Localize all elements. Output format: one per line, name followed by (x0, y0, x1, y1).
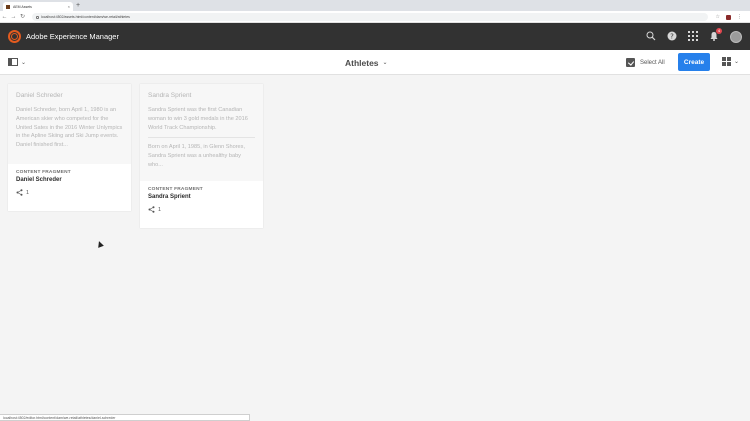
card-references: 1 (148, 206, 255, 213)
reference-count: 1 (158, 206, 162, 213)
card-preview-text: Sandra Sprient was the first Canadian wo… (148, 107, 248, 131)
select-all-button[interactable]: Select All (626, 50, 665, 75)
new-tab-icon[interactable]: + (76, 1, 80, 10)
content-fragment-card[interactable]: Daniel Schreder Daniel Schreder, born Ap… (8, 84, 131, 211)
rail-toggle-button[interactable]: ⌄ (8, 58, 26, 66)
forward-icon[interactable]: → (9, 11, 18, 23)
card-title: Sandra Sprient (148, 194, 191, 200)
page-title: Athletes (345, 57, 379, 68)
card-preview-title: Daniel Schreder (16, 92, 63, 99)
create-button[interactable]: Create (678, 53, 710, 71)
action-bar: ⌄ Athletes ⌄ Select All Create ⌄ (0, 50, 750, 75)
share-icon (148, 206, 155, 213)
select-all-label: Select All (640, 59, 665, 66)
browser-status-bar: localhost:4502/editor.html/content/dam/w… (0, 414, 250, 421)
chevron-down-icon: ⌄ (734, 59, 740, 65)
browser-toolbar-actions: ☆ ⋮ (716, 11, 742, 23)
preview-divider (148, 137, 255, 139)
reference-count: 1 (26, 189, 30, 196)
chevron-down-icon: ⌄ (21, 59, 27, 66)
card-view-icon (722, 57, 731, 66)
notification-badge: 4 (716, 27, 722, 34)
product-name[interactable]: Adobe Experience Manager (26, 23, 119, 50)
address-bar[interactable]: localhost:4502/assets.html/content/dam/w… (32, 13, 708, 21)
address-url: localhost:4502/assets.html/content/dam/w… (41, 15, 130, 19)
svg-text:?: ? (670, 32, 674, 40)
back-icon[interactable]: ← (0, 11, 9, 23)
card-preview-title: Sandra Sprient (148, 92, 192, 99)
extension-icon[interactable] (726, 14, 731, 20)
help-icon[interactable]: ? (667, 31, 677, 43)
mouse-cursor-icon (96, 240, 104, 248)
search-icon[interactable] (646, 31, 656, 43)
card-preview-text: Daniel Schreder, born April 1, 1980 is a… (16, 107, 123, 149)
solutions-grid-icon[interactable] (688, 30, 698, 43)
favicon-icon (6, 4, 10, 9)
side-panel-icon (8, 58, 18, 66)
card-type: CONTENT FRAGMENT (16, 170, 71, 175)
card-preview: Daniel Schreder Daniel Schreder, born Ap… (8, 84, 131, 164)
view-switcher[interactable]: ⌄ (722, 57, 739, 66)
user-avatar[interactable] (730, 30, 742, 43)
browser-tabstrip: AEM Assets × + (0, 0, 750, 11)
card-preview-text: Born on April 1, 1985, in Glenn Shores, … (148, 144, 246, 168)
header-actions: ? 4 (646, 23, 742, 50)
browser-menu-icon[interactable]: ⋮ (737, 14, 742, 20)
reload-icon[interactable]: ↻ (18, 11, 27, 23)
content-fragment-card[interactable]: Sandra Sprient Sandra Sprient was the fi… (140, 84, 263, 228)
card-type: CONTENT FRAGMENT (148, 187, 203, 192)
folder-title-dropdown[interactable]: Athletes ⌄ (345, 50, 388, 75)
chevron-down-icon: ⌄ (382, 60, 388, 66)
select-all-checkbox-icon (626, 58, 635, 67)
card-title: Daniel Schreder (16, 177, 62, 183)
card-preview: Sandra Sprient Sandra Sprient was the fi… (140, 84, 263, 181)
card-info: CONTENT FRAGMENT Daniel Schreder 1 (8, 164, 131, 202)
adobe-logo-icon[interactable] (8, 30, 21, 43)
close-tab-icon[interactable]: × (68, 4, 70, 9)
card-info: CONTENT FRAGMENT Sandra Sprient 1 (140, 181, 263, 219)
bookmark-star-icon[interactable]: ☆ (716, 14, 720, 20)
notifications-button[interactable]: 4 (709, 27, 722, 43)
share-icon (16, 189, 23, 196)
info-icon[interactable] (36, 15, 39, 19)
browser-toolbar: ← → ↻ localhost:4502/assets.html/content… (0, 11, 750, 23)
aem-header: Adobe Experience Manager ? 4 (0, 23, 750, 50)
browser-tab-title: AEM Assets (13, 4, 32, 9)
card-references: 1 (16, 189, 123, 196)
